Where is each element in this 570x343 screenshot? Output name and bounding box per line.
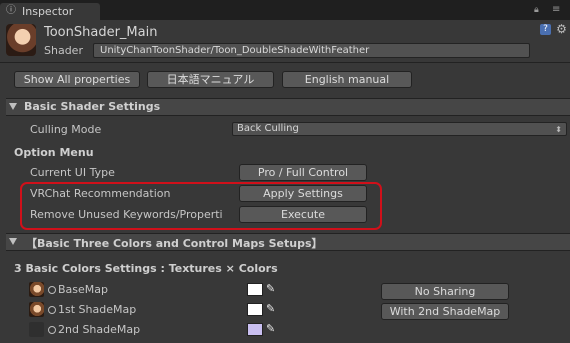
menu-icon[interactable]: ≡	[552, 4, 562, 15]
foldout-arrow-icon	[9, 103, 17, 110]
header-divider	[0, 62, 570, 63]
object-picker-icon[interactable]	[48, 286, 56, 294]
dropdown-arrow-icon: ⬍	[555, 125, 562, 134]
second-shademap-label: 2nd ShadeMap	[58, 323, 141, 336]
first-shademap-texture-thumb[interactable]	[29, 302, 44, 317]
shader-label: Shader	[44, 44, 83, 57]
tab-inspector-label: Inspector	[22, 5, 74, 18]
info-icon: ⓘ	[6, 5, 16, 16]
ui-type-label: Current UI Type	[30, 166, 115, 179]
eyedropper-icon[interactable]: ✎	[266, 283, 278, 295]
object-picker-icon[interactable]	[48, 326, 56, 334]
basemap-color-swatch[interactable]	[247, 283, 263, 296]
japanese-manual-button[interactable]: 日本語マニュアル	[147, 71, 274, 88]
option-menu-heading: Option Menu	[14, 146, 94, 159]
second-shademap-color-swatch[interactable]	[247, 323, 263, 336]
culling-mode-dropdown[interactable]: Back Culling ⬍	[232, 122, 567, 136]
show-all-properties-button[interactable]: Show All properties	[14, 71, 140, 88]
section-three-colors[interactable]: 【Basic Three Colors and Control Maps Set…	[6, 233, 570, 251]
shader-dropdown[interactable]: UnityChanToonShader/Toon_DoubleShadeWith…	[93, 43, 530, 58]
help-book-icon[interactable]: ?	[540, 24, 551, 35]
basemap-label: BaseMap	[58, 283, 108, 296]
material-name: ToonShader_Main	[44, 25, 158, 40]
english-manual-button[interactable]: English manual	[282, 71, 412, 88]
gear-icon[interactable]: ⚙	[556, 23, 567, 35]
culling-mode-value: Back Culling	[237, 123, 299, 134]
with-2nd-shademap-button[interactable]: With 2nd ShadeMap	[381, 303, 509, 320]
basemap-texture-thumb[interactable]	[29, 282, 44, 297]
object-picker-icon[interactable]	[48, 306, 56, 314]
ui-type-button[interactable]: Pro / Full Control	[239, 164, 367, 181]
tab-bar: ⓘ Inspector 🔒︎ ≡	[0, 0, 570, 20]
section-title: Basic Shader Settings	[24, 100, 161, 113]
eyedropper-icon[interactable]: ✎	[266, 323, 278, 335]
no-sharing-button[interactable]: No Sharing	[381, 283, 509, 300]
basic-colors-subheading: 3 Basic Colors Settings : Textures × Col…	[14, 262, 278, 275]
foldout-arrow-icon	[9, 238, 17, 245]
culling-mode-label: Culling Mode	[30, 123, 102, 136]
material-preview-icon	[6, 24, 36, 56]
section-title: 【Basic Three Colors and Control Maps Set…	[26, 237, 323, 250]
section-basic-shader-settings[interactable]: Basic Shader Settings	[6, 98, 570, 116]
lock-icon[interactable]: 🔒︎	[534, 5, 542, 15]
tab-inspector[interactable]: ⓘ Inspector	[0, 3, 100, 20]
second-shademap-texture-thumb[interactable]	[29, 322, 44, 337]
highlight-box	[20, 182, 382, 230]
first-shademap-color-swatch[interactable]	[247, 303, 263, 316]
eyedropper-icon[interactable]: ✎	[266, 303, 278, 315]
first-shademap-label: 1st ShadeMap	[58, 303, 137, 316]
